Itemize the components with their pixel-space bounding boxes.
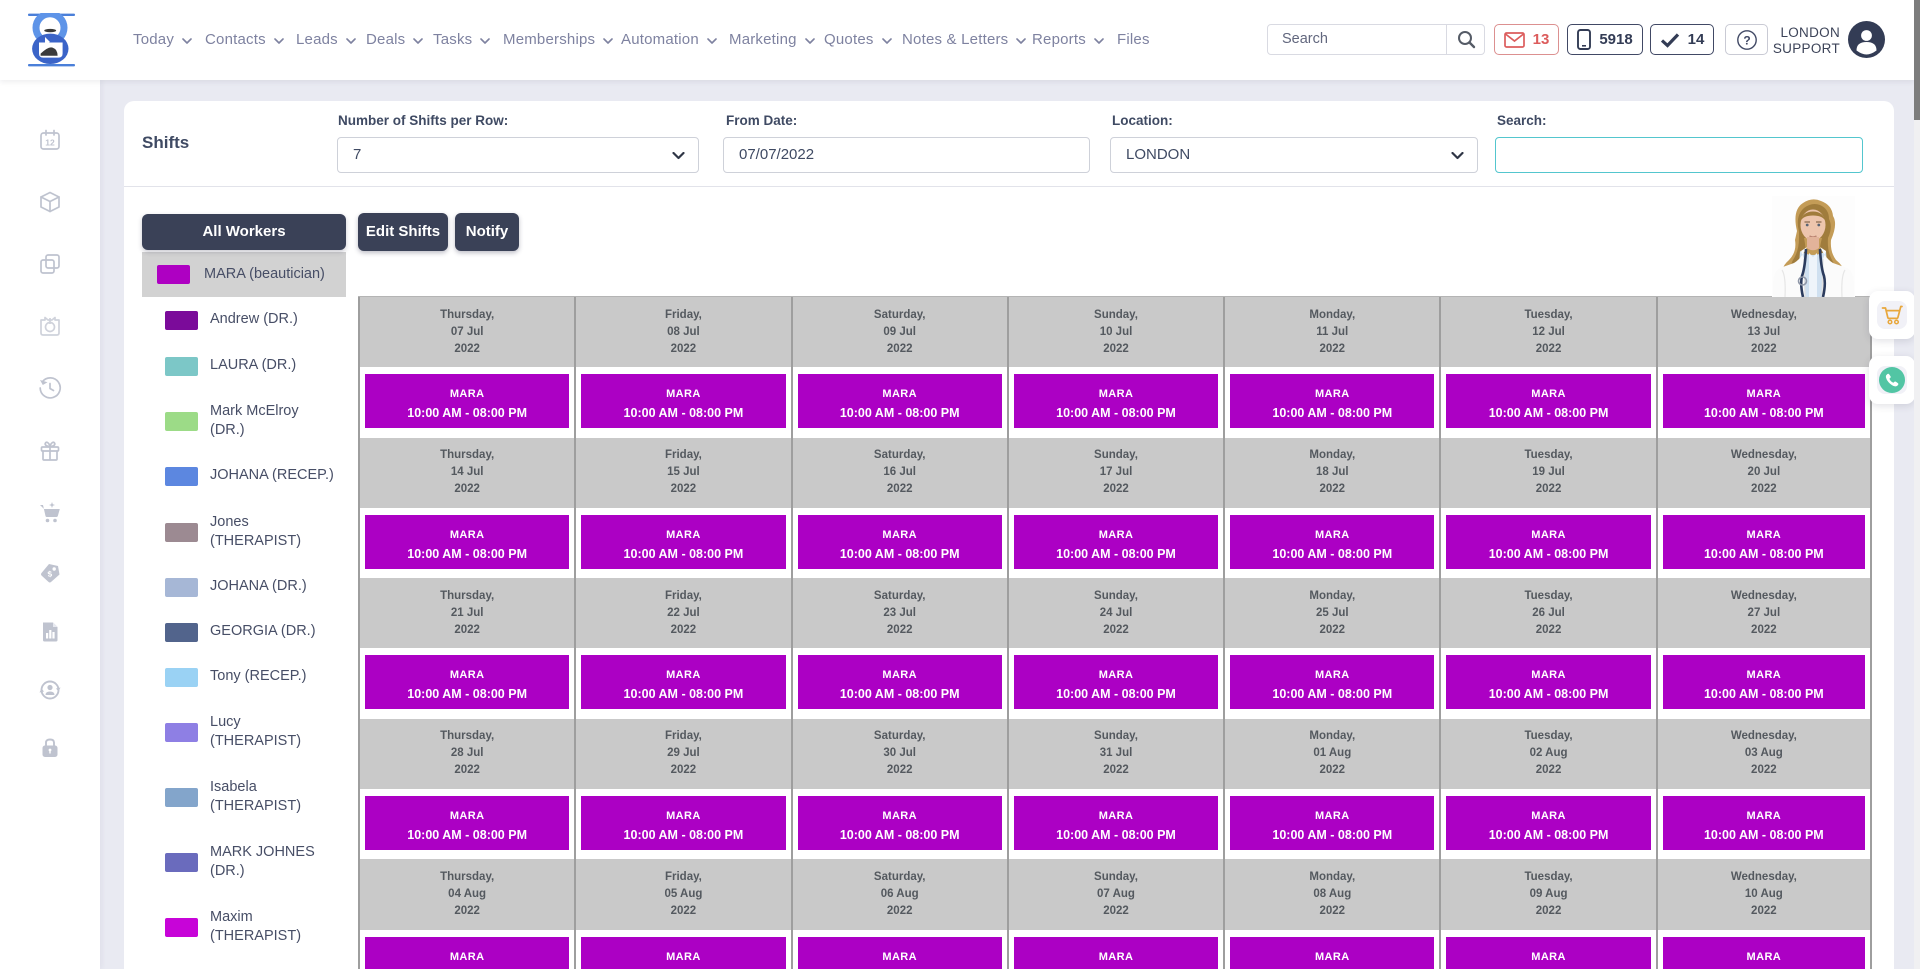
svg-text:12: 12 (45, 138, 55, 148)
